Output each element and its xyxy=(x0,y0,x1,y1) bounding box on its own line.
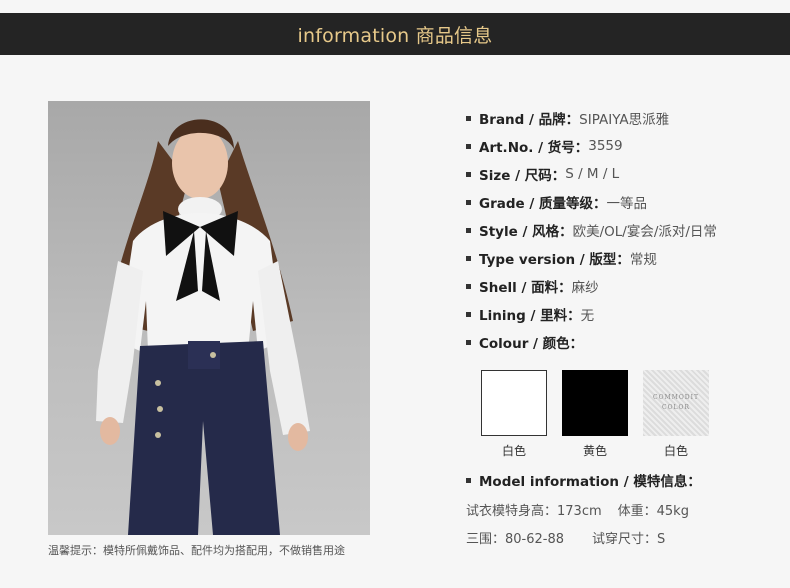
spec-label: Style / 风格： xyxy=(479,224,573,240)
header-bar: information 商品信息 xyxy=(0,13,790,55)
swatch-text: COMMODIT xyxy=(653,394,699,401)
spec-label: Grade / 质量等级： xyxy=(479,196,607,212)
bullet-icon xyxy=(466,171,471,177)
spec-row-colour: Colour / 颜色： xyxy=(466,328,717,356)
bullet-icon xyxy=(466,143,471,149)
spec-label: Brand / 品牌： xyxy=(479,112,580,128)
bullet-icon xyxy=(466,283,471,289)
spec-value: 3559 xyxy=(588,138,623,154)
spec-value: 欧美/OL/宴会/派对/日常 xyxy=(572,224,717,240)
model-line-1: 试衣模特身高：173cm 体重：45kg xyxy=(466,500,689,519)
bullet-icon xyxy=(466,199,471,205)
spec-value: S / M / L xyxy=(565,166,620,182)
swatch-text: COLOR xyxy=(662,404,690,411)
bullet-icon xyxy=(466,227,471,233)
spec-row-grade: Grade / 质量等级： 一等品 xyxy=(466,188,717,216)
photo-caption: 温馨提示：模特所佩戴饰品、配件均为搭配用，不做销售用途 xyxy=(48,544,345,557)
color-swatch-commodity: COMMODIT COLOR xyxy=(643,370,709,436)
color-swatch-white xyxy=(481,370,547,436)
spec-value: SIPAIYA思派雅 xyxy=(579,112,670,128)
model-info-heading: Model information / 模特信息： xyxy=(466,470,701,490)
bullet-icon xyxy=(466,115,471,121)
spec-label: Lining / 里料： xyxy=(479,308,581,324)
spec-label: Art.No. / 货号： xyxy=(479,140,589,156)
model-photo xyxy=(48,101,370,535)
spec-label: Size / 尺码： xyxy=(479,168,566,184)
model-line-2: 三围：80-62-88 试穿尺寸：S xyxy=(466,528,665,547)
spec-row-shell: Shell / 面料： 麻纱 xyxy=(466,272,717,300)
spec-value: 无 xyxy=(580,308,595,324)
spec-row-style: Style / 风格： 欧美/OL/宴会/派对/日常 xyxy=(466,216,717,244)
spec-value: 常规 xyxy=(629,252,657,268)
spec-row-lining: Lining / 里料： 无 xyxy=(466,300,717,328)
header-title: information 商品信息 xyxy=(297,24,493,47)
color-swatch-black xyxy=(562,370,628,436)
model-illustration xyxy=(96,119,310,535)
model-heading-label: Model information / 模特信息： xyxy=(479,474,701,490)
spec-label: Colour / 颜色： xyxy=(479,336,584,352)
spec-value: 一等品 xyxy=(606,196,648,212)
spec-row-brand: Brand / 品牌： SIPAIYA思派雅 xyxy=(466,104,717,132)
model-weight: 体重：45kg xyxy=(617,504,689,519)
swatch-label: 黄色 xyxy=(582,444,607,458)
spec-row-size: Size / 尺码： S / M / L xyxy=(466,160,717,188)
bullet-icon xyxy=(466,477,471,483)
model-measurements: 三围：80-62-88 xyxy=(466,532,565,547)
swatch-label: 白色 xyxy=(663,444,688,458)
spec-row-type-version: Type version / 版型： 常规 xyxy=(466,244,717,272)
swatch-label: 白色 xyxy=(501,444,526,458)
bullet-icon xyxy=(466,255,471,261)
bullet-icon xyxy=(466,311,471,317)
model-size-worn: 试穿尺寸：S xyxy=(592,532,666,547)
spec-label: Shell / 面料： xyxy=(479,280,572,296)
model-height: 试衣模特身高：173cm xyxy=(466,504,602,519)
spec-label: Type version / 版型： xyxy=(479,252,630,268)
spec-list: Brand / 品牌： SIPAIYA思派雅 Art.No. / 货号： 355… xyxy=(466,104,717,356)
spec-value: 麻纱 xyxy=(571,280,599,296)
spec-row-art-no: Art.No. / 货号： 3559 xyxy=(466,132,717,160)
bullet-icon xyxy=(466,339,471,345)
